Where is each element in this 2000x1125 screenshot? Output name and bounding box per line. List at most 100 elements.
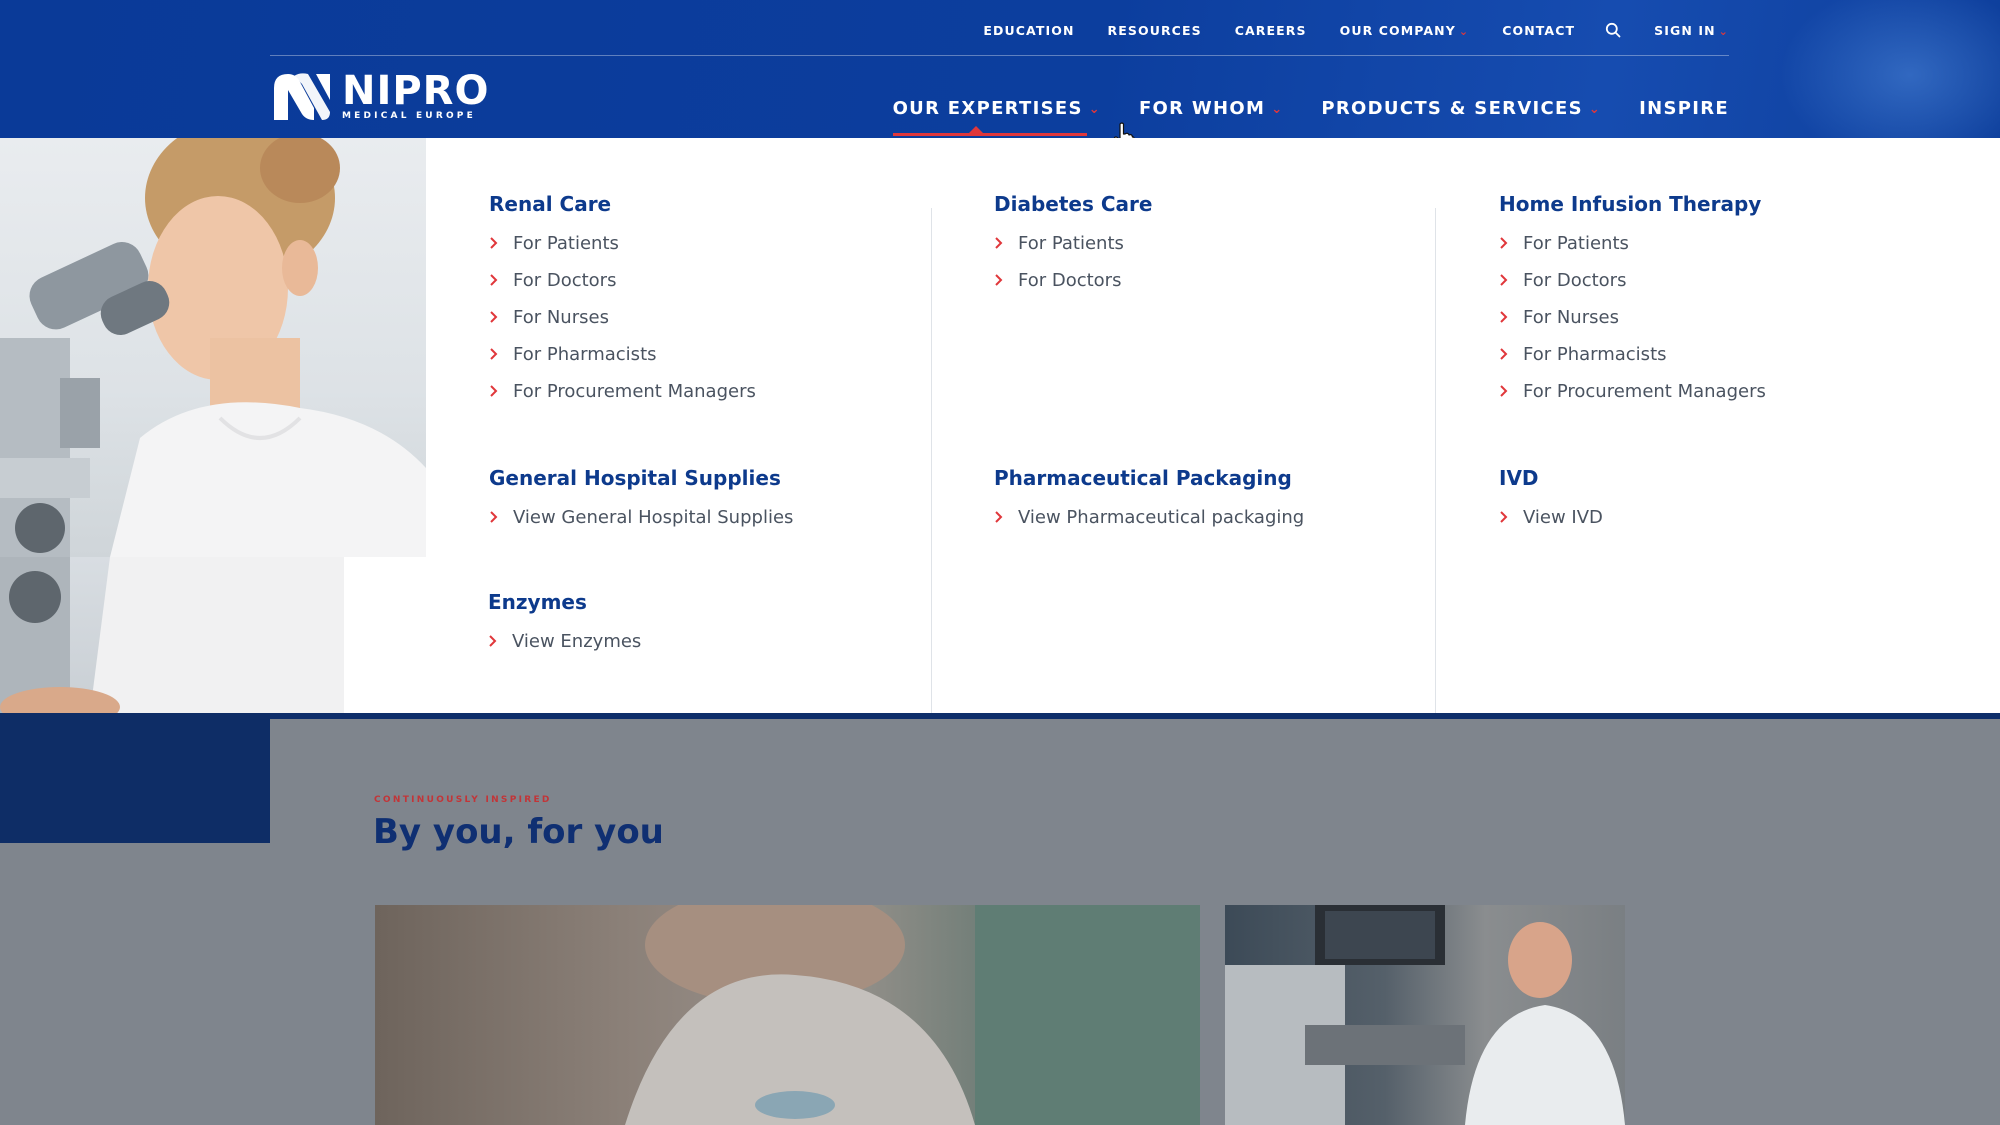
menu-link-label: For Procurement Managers [1523, 380, 1766, 402]
hero-photo-scientist-lower [0, 557, 344, 713]
menu-group-title[interactable]: Home Infusion Therapy [1499, 192, 1766, 216]
menu-link-label: For Pharmacists [513, 343, 657, 365]
chevron-down-icon: ⌄ [1718, 24, 1729, 38]
menu-group-renal-care: Renal Care For Patients For Doctors For … [489, 192, 756, 402]
menu-group-title[interactable]: Pharmaceutical Packaging [994, 466, 1304, 490]
logo-text: NIPRO MEDICAL EUROPE [342, 68, 490, 121]
menu-link-label: For Nurses [513, 306, 609, 328]
menu-link-for-patients[interactable]: For Patients [1499, 232, 1766, 254]
story-card-image-doctor[interactable] [1225, 905, 1625, 1125]
chevron-right-icon [490, 511, 498, 523]
nav-inspire[interactable]: INSPIRE [1639, 98, 1729, 119]
menu-link-for-procurement-managers[interactable]: For Procurement Managers [1499, 380, 1766, 402]
menu-link-for-doctors[interactable]: For Doctors [1499, 269, 1766, 291]
menu-link-label: For Patients [513, 232, 619, 254]
logo-wordmark: NIPRO [342, 68, 490, 114]
menu-link-label: For Doctors [513, 269, 617, 291]
chevron-down-icon: ⌄ [1458, 24, 1470, 38]
chevron-right-icon [1500, 385, 1508, 397]
sign-in-label: SIGN IN [1654, 22, 1716, 38]
menu-group-title[interactable]: Renal Care [489, 192, 756, 216]
chevron-right-icon [489, 635, 497, 647]
chevron-right-icon [995, 274, 1003, 286]
chevron-right-icon [1500, 511, 1508, 523]
menu-group-pharmaceutical-packaging: Pharmaceutical Packaging View Pharmaceut… [994, 466, 1304, 528]
menu-link-label: For Doctors [1523, 269, 1627, 291]
menu-group-title[interactable]: Enzymes [488, 590, 641, 614]
util-link-our-company[interactable]: OUR COMPANY ⌄ [1340, 23, 1470, 38]
search-icon[interactable] [1605, 22, 1621, 38]
mega-menu-panel-extension [344, 557, 426, 713]
menu-link-for-pharmacists[interactable]: For Pharmacists [1499, 343, 1766, 365]
menu-link-label: For Nurses [1523, 306, 1619, 328]
menu-link-label: View General Hospital Supplies [513, 506, 794, 528]
nav-our-expertises[interactable]: OUR EXPERTISES ⌄ [892, 98, 1101, 136]
child-photo-illustration [625, 905, 1200, 1125]
chevron-right-icon [1500, 237, 1508, 249]
sign-in-link[interactable]: SIGN IN ⌄ [1654, 23, 1729, 38]
nav-for-whom[interactable]: FOR WHOM ⌄ [1139, 98, 1283, 119]
main-nav: OUR EXPERTISES ⌄ FOR WHOM ⌄ PRODUCTS & S… [855, 98, 1729, 136]
nipro-logo-mark-icon [274, 73, 330, 120]
util-link-resources[interactable]: RESOURCES [1108, 23, 1202, 38]
nav-products-services[interactable]: PRODUCTS & SERVICES ⌄ [1321, 98, 1601, 119]
util-link-contact[interactable]: CONTACT [1502, 23, 1575, 38]
menu-group-ivd: IVD View IVD [1499, 466, 1603, 528]
chevron-right-icon [995, 511, 1003, 523]
column-divider [931, 208, 932, 761]
chevron-right-icon [490, 237, 498, 249]
menu-link-for-procurement-managers[interactable]: For Procurement Managers [489, 380, 756, 402]
section-kicker: CONTINUOUSLY INSPIRED [374, 795, 552, 805]
menu-link-label: For Patients [1523, 232, 1629, 254]
site-header: EDUCATION RESOURCES CAREERS OUR COMPANY … [0, 0, 2000, 138]
scientist-microscope-illustration [0, 138, 426, 557]
chevron-right-icon [490, 311, 498, 323]
column-divider [1435, 208, 1436, 761]
menu-group-home-infusion-therapy: Home Infusion Therapy For Patients For D… [1499, 192, 1766, 402]
chevron-down-icon: ⌄ [1088, 102, 1101, 117]
nav-products-services-label: PRODUCTS & SERVICES [1321, 98, 1583, 119]
nipro-logo[interactable]: NIPRO MEDICAL EUROPE [270, 70, 489, 124]
menu-group-title[interactable]: IVD [1499, 466, 1603, 490]
chevron-right-icon [1500, 311, 1508, 323]
chevron-down-icon: ⌄ [1271, 102, 1284, 117]
chevron-down-icon: ⌄ [1588, 102, 1602, 117]
util-link-our-company-label: OUR COMPANY [1339, 22, 1456, 38]
doctor-workstation-illustration [1225, 905, 1625, 1125]
menu-link-for-doctors[interactable]: For Doctors [489, 269, 756, 291]
menu-group-diabetes-care: Diabetes Care For Patients For Doctors [994, 192, 1152, 291]
chevron-right-icon [490, 348, 498, 360]
menu-link-label: For Procurement Managers [513, 380, 756, 402]
menu-group-general-hospital-supplies: General Hospital Supplies View General H… [489, 466, 794, 528]
menu-link-view-pharmaceutical-packaging[interactable]: View Pharmaceutical packaging [994, 507, 1304, 528]
menu-group-title[interactable]: Diabetes Care [994, 192, 1152, 216]
menu-link-for-pharmacists[interactable]: For Pharmacists [489, 343, 756, 365]
util-link-careers[interactable]: CAREERS [1235, 23, 1307, 38]
header-divider [270, 55, 1729, 56]
menu-link-label: View Enzymes [512, 630, 642, 652]
chevron-right-icon [1500, 348, 1508, 360]
section-title: By you, for you [373, 812, 664, 852]
menu-link-view-enzymes[interactable]: View Enzymes [488, 630, 642, 652]
menu-link-for-nurses[interactable]: For Nurses [489, 306, 756, 328]
nav-our-expertises-label: OUR EXPERTISES [892, 98, 1083, 119]
menu-link-for-patients[interactable]: For Patients [489, 232, 756, 254]
menu-link-view-ivd[interactable]: View IVD [1499, 506, 1603, 528]
menu-link-for-nurses[interactable]: For Nurses [1499, 306, 1766, 328]
scientist-lower-illustration [0, 557, 344, 713]
nav-for-whom-label: FOR WHOM [1138, 98, 1266, 119]
story-card-image-child[interactable] [375, 905, 1200, 1125]
hero-photo-scientist [0, 138, 426, 557]
decorative-navy-block [0, 713, 270, 843]
chevron-right-icon [490, 274, 498, 286]
menu-link-for-patients[interactable]: For Patients [994, 232, 1152, 254]
menu-link-label: For Patients [1018, 232, 1124, 254]
menu-group-enzymes: Enzymes View Enzymes [488, 590, 642, 652]
utility-nav: EDUCATION RESOURCES CAREERS OUR COMPANY … [950, 20, 1729, 40]
util-link-education[interactable]: EDUCATION [983, 23, 1074, 38]
menu-link-label: View IVD [1523, 506, 1603, 528]
menu-link-view-general-hospital-supplies[interactable]: View General Hospital Supplies [489, 506, 794, 528]
menu-link-label: For Pharmacists [1523, 343, 1667, 365]
menu-group-title[interactable]: General Hospital Supplies [489, 466, 793, 490]
menu-link-for-doctors[interactable]: For Doctors [994, 270, 1152, 291]
